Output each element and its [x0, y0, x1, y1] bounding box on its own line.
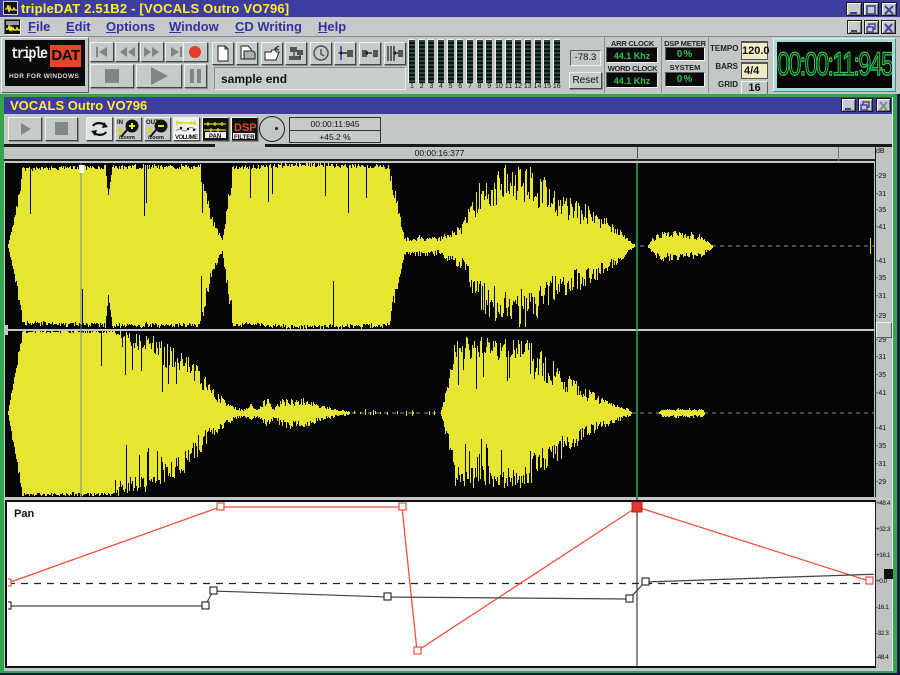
svg-text:/zoom: /zoom [119, 135, 135, 140]
svg-text:DSP: DSP [234, 122, 257, 134]
svg-text:FILTER: FILTER [234, 135, 255, 140]
svg-text:VOLUME: VOLUME [175, 135, 198, 140]
svg-text:PAN: PAN [209, 134, 221, 140]
svg-text:/zoom: /zoom [148, 135, 164, 140]
svg-text:IN: IN [117, 120, 123, 126]
